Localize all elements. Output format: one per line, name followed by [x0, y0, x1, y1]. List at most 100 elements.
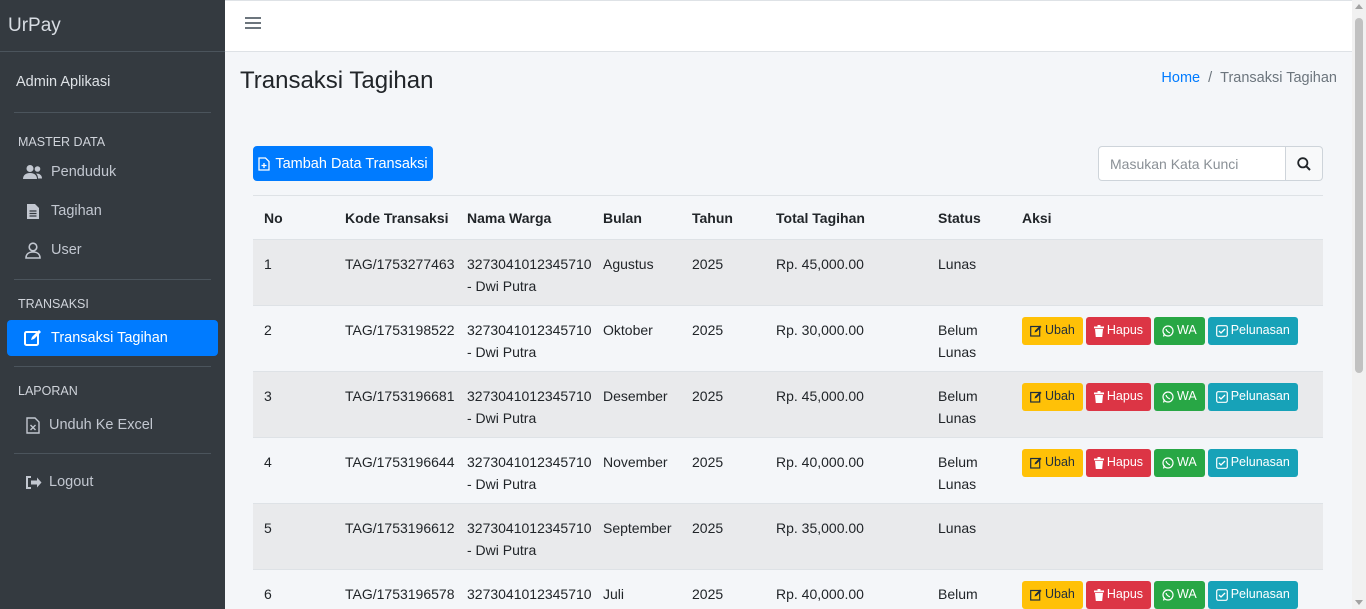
- sidebar-item-label: User: [51, 242, 82, 258]
- edit-icon: [23, 328, 43, 348]
- wa-label: WA: [1177, 389, 1197, 404]
- edit-icon: [1030, 391, 1042, 403]
- column-header[interactable]: Aksi: [1011, 195, 1323, 240]
- edit-button[interactable]: Ubah: [1022, 383, 1083, 411]
- cell-nama-warga: 3273041012345710 - Dwi Putra: [456, 305, 592, 372]
- cell-total-tagihan: Rp. 40,000.00: [765, 569, 927, 609]
- whatsapp-button[interactable]: WA: [1154, 383, 1205, 411]
- edit-button[interactable]: Ubah: [1022, 449, 1083, 477]
- delete-label: Hapus: [1106, 587, 1144, 602]
- pelunasan-button[interactable]: Pelunasan: [1207, 317, 1298, 345]
- cell-nik: 3273041012345710: [467, 454, 592, 470]
- cell-bulan: Agustus: [592, 239, 681, 306]
- cell-bulan: Juli: [592, 569, 681, 609]
- cell-nama: - Dwi Putra: [467, 343, 537, 360]
- cell-kode-transaksi: TAG/1753196578: [334, 569, 456, 609]
- column-header[interactable]: Total Tagihan: [765, 195, 927, 240]
- whatsapp-icon: [1162, 589, 1174, 601]
- sidebar-item-unduh-excel[interactable]: Unduh Ke Excel: [7, 409, 218, 441]
- row-actions: Ubah Hapus WA Pelunasan: [1022, 581, 1323, 609]
- breadcrumb-home-link[interactable]: Home: [1161, 70, 1200, 86]
- cell-bulan: September: [592, 503, 681, 570]
- delete-button[interactable]: Hapus: [1085, 317, 1152, 345]
- delete-button[interactable]: Hapus: [1085, 449, 1152, 477]
- cell-nik: 3273041012345710: [467, 322, 592, 338]
- status-text: Belum: [938, 586, 978, 602]
- pelunasan-button[interactable]: Pelunasan: [1207, 449, 1298, 477]
- delete-label: Hapus: [1106, 455, 1144, 470]
- column-header[interactable]: Tahun: [681, 195, 765, 240]
- top-navbar: [225, 0, 1352, 52]
- user-name[interactable]: Admin Aplikasi: [16, 74, 110, 90]
- sidebar-item-logout[interactable]: Logout: [7, 466, 218, 498]
- nav-header-laporan: LAPORAN: [18, 384, 78, 398]
- sidebar-item-label: Logout: [49, 474, 94, 490]
- pelunasan-label: Pelunasan: [1230, 323, 1290, 338]
- whatsapp-button[interactable]: WA: [1154, 449, 1205, 477]
- cell-tahun: 2025: [681, 305, 765, 372]
- scroll-thumb[interactable]: [1355, 18, 1363, 373]
- cell-tahun: 2025: [681, 371, 765, 438]
- add-transaction-button[interactable]: Tambah Data Transaksi: [253, 146, 433, 181]
- column-header[interactable]: Status: [927, 195, 1011, 240]
- table-row: 4 TAG/1753196644 3273041012345710 - Dwi Put…: [253, 437, 1323, 504]
- cell-status: Lunas: [927, 239, 1011, 306]
- delete-label: Hapus: [1106, 389, 1144, 404]
- page-title: Transaksi Tagihan: [240, 67, 434, 94]
- cell-bulan: November: [592, 437, 681, 504]
- logout-icon: [23, 472, 43, 492]
- cell-nama-warga: 3273041012345710 - Dwi Putra: [456, 371, 592, 438]
- edit-label: Ubah: [1045, 389, 1075, 404]
- cell-aksi: Ubah Hapus WA Pelunasan: [1011, 305, 1323, 372]
- pelunasan-label: Pelunasan: [1230, 455, 1290, 470]
- cell-total-tagihan: Rp. 30,000.00: [765, 305, 927, 372]
- user-icon: [23, 240, 43, 260]
- column-header[interactable]: Kode Transaksi: [334, 195, 456, 240]
- search-icon: [1297, 156, 1311, 171]
- sidebar-item-tagihan[interactable]: Tagihan: [7, 194, 218, 228]
- table-header-row: No Kode Transaksi Nama Warga Bulan Tahun…: [253, 195, 1323, 240]
- edit-button[interactable]: Ubah: [1022, 581, 1083, 609]
- scroll-up-arrow-icon[interactable]: [1355, 4, 1363, 9]
- delete-button[interactable]: Hapus: [1085, 383, 1152, 411]
- pelunasan-button[interactable]: Pelunasan: [1207, 383, 1298, 411]
- check-square-icon: [1215, 457, 1228, 469]
- breadcrumb-separator: /: [1208, 70, 1213, 86]
- edit-button[interactable]: Ubah: [1022, 317, 1083, 345]
- sidebar-item-user[interactable]: User: [7, 233, 218, 267]
- brand-logo[interactable]: UrPay: [0, 0, 225, 52]
- cell-nama-warga: 3273041012345710 - Dwi Putra: [456, 569, 592, 609]
- cell-nik: 3273041012345710: [467, 256, 592, 272]
- cell-nik: 3273041012345710: [467, 388, 592, 404]
- search-group: [1098, 146, 1323, 181]
- menu-toggle-icon[interactable]: [245, 17, 261, 33]
- cell-nama-warga: 3273041012345710 - Dwi Putra: [456, 437, 592, 504]
- whatsapp-button[interactable]: WA: [1154, 317, 1205, 345]
- column-header[interactable]: No: [253, 195, 334, 240]
- cell-no: 2: [253, 305, 334, 372]
- cell-kode-transaksi: TAG/1753196612: [334, 503, 456, 570]
- pelunasan-button[interactable]: Pelunasan: [1207, 581, 1298, 609]
- whatsapp-button[interactable]: WA: [1154, 581, 1205, 609]
- cell-no: 4: [253, 437, 334, 504]
- column-header[interactable]: Bulan: [592, 195, 681, 240]
- whatsapp-icon: [1162, 391, 1174, 403]
- sidebar-item-transaksi-tagihan[interactable]: Transaksi Tagihan: [7, 320, 218, 356]
- search-button[interactable]: [1286, 146, 1323, 181]
- column-header[interactable]: Nama Warga: [456, 195, 592, 240]
- scroll-down-arrow-icon[interactable]: [1355, 600, 1363, 605]
- trash-icon: [1093, 457, 1104, 469]
- user-panel[interactable]: Admin Aplikasi: [14, 52, 211, 113]
- cell-total-tagihan: Rp. 40,000.00: [765, 437, 927, 504]
- delete-button[interactable]: Hapus: [1085, 581, 1152, 609]
- users-icon: [23, 162, 43, 182]
- table-row: 5 TAG/1753196612 3273041012345710 - Dwi Put…: [253, 503, 1323, 570]
- row-actions: Ubah Hapus WA Pelunasan: [1022, 317, 1323, 345]
- sidebar-item-label: Transaksi Tagihan: [51, 330, 168, 346]
- sidebar-item-penduduk[interactable]: Penduduk: [7, 155, 218, 189]
- cell-nama-warga: 3273041012345710 - Dwi Putra: [456, 239, 592, 306]
- page-scrollbar[interactable]: [1352, 0, 1366, 609]
- cell-status: Belum Lunas: [927, 305, 1011, 372]
- search-input[interactable]: [1098, 146, 1286, 181]
- cell-kode-transaksi: TAG/1753196681: [334, 371, 456, 438]
